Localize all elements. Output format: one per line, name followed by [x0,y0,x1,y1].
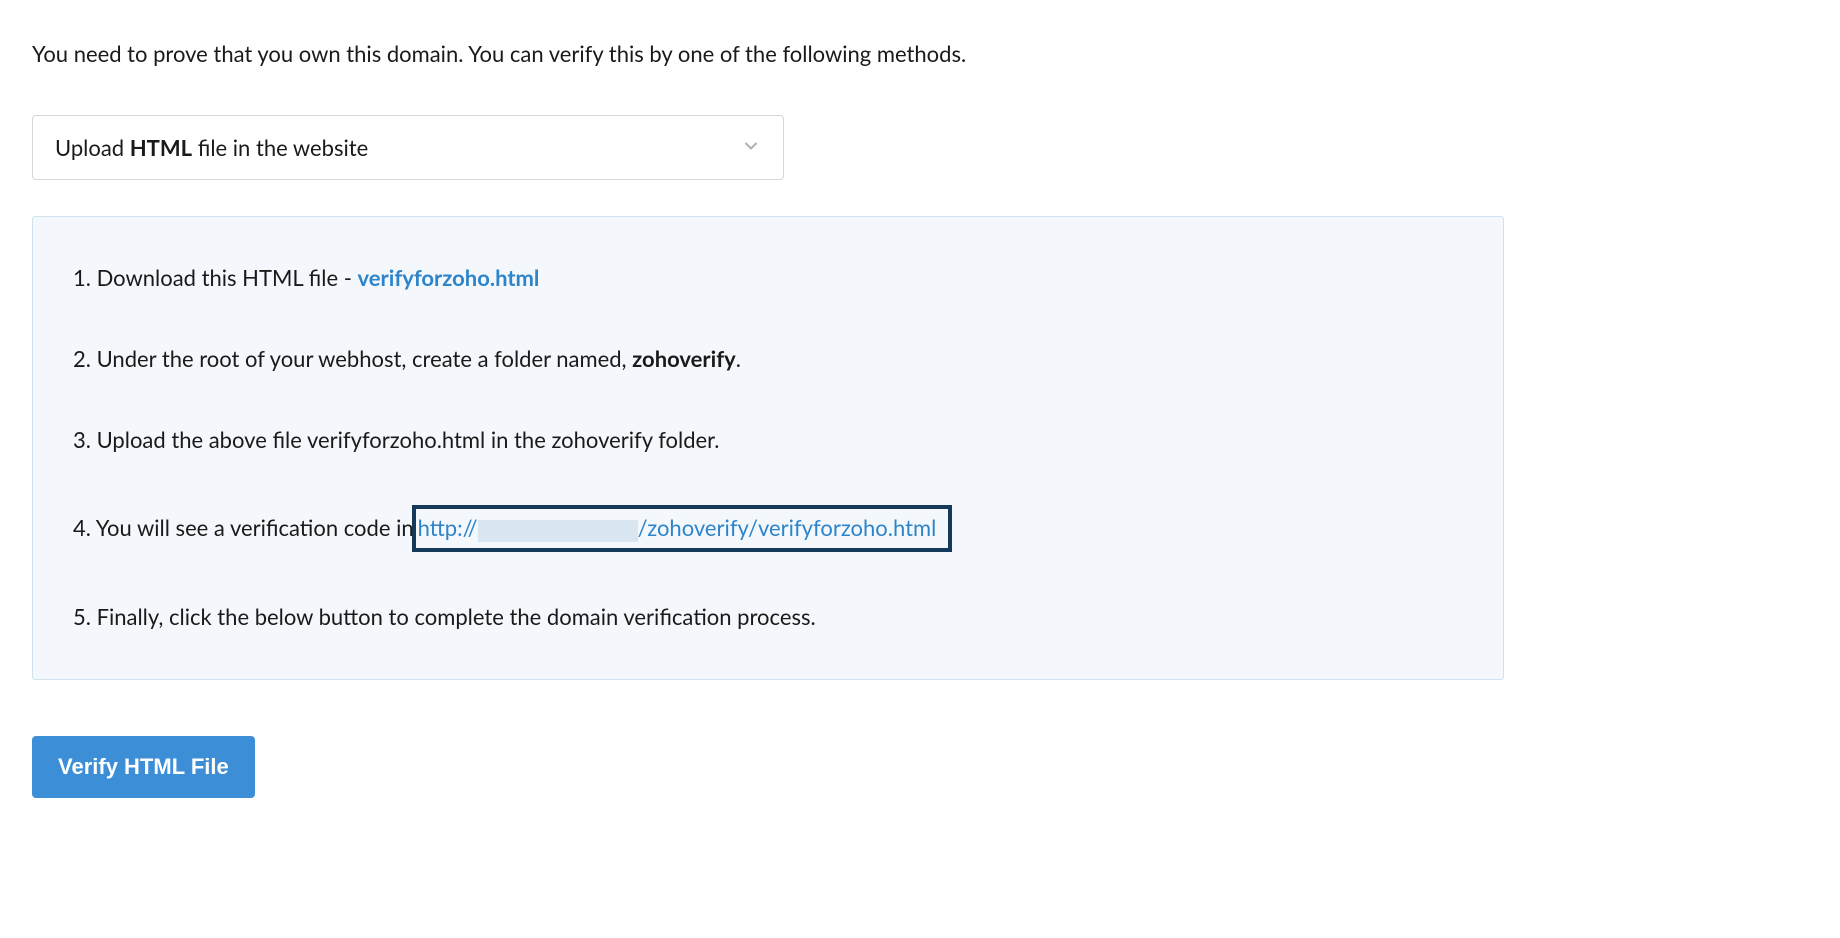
step-5: 5. Finally, click the below button to co… [73,602,1463,633]
step-3: 3. Upload the above file verifyforzoho.h… [73,425,1463,456]
step-4: 4. You will see a verification code in h… [73,505,1463,552]
verify-html-file-button[interactable]: Verify HTML File [32,736,255,798]
verification-url-link[interactable]: http:///zohoverify/verifyforzoho.html [418,514,937,541]
verification-method-dropdown[interactable]: Upload HTML file in the website [32,115,784,180]
intro-text: You need to prove that you own this doma… [32,40,1808,67]
dropdown-label: Upload HTML file in the website [55,134,368,161]
verification-url-highlight: http:///zohoverify/verifyforzoho.html [412,505,953,552]
step-2: 2. Under the root of your webhost, creat… [73,344,1463,375]
download-file-link[interactable]: verifyforzoho.html [358,264,540,291]
redacted-domain [478,520,638,542]
instructions-panel: 1. Download this HTML file - verifyforzo… [32,216,1504,680]
chevron-down-icon [741,134,761,161]
step-1: 1. Download this HTML file - verifyforzo… [73,263,1463,294]
